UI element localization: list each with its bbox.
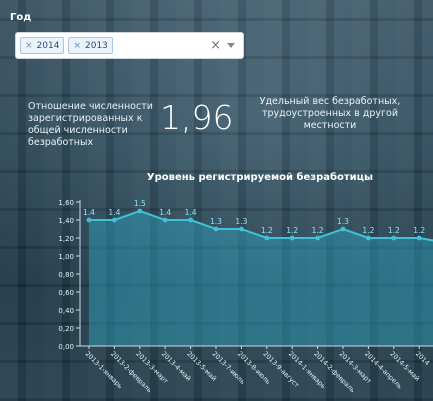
y-tick-label: 0,00: [58, 343, 74, 351]
data-label: 1.4: [159, 208, 171, 217]
data-point: [162, 217, 168, 223]
data-label: 1.2: [261, 226, 273, 235]
data-label: 1.2: [388, 226, 400, 235]
data-label: 1.3: [210, 217, 222, 226]
unemployment-chart: 0,00 0,20 0,40 0,60 0,80 1,00 1,20 1,40 1,60 1.4 1…: [58, 199, 433, 394]
y-tick-label: 1,60: [58, 199, 74, 207]
data-label: 1.2: [312, 226, 324, 235]
y-tick-label: 0,60: [58, 289, 74, 297]
data-point: [289, 235, 295, 241]
data-point: [112, 217, 117, 223]
data-label: 1.3: [235, 217, 247, 226]
data-label: 1.2: [362, 226, 374, 235]
data-label: 1.4: [83, 208, 95, 217]
data-point: [137, 208, 143, 214]
data-point: [213, 226, 219, 232]
y-tick-label: 1,40: [58, 217, 74, 225]
data-point: [264, 235, 270, 241]
data-label: 1.4: [108, 208, 120, 217]
y-tick-label: 0,40: [58, 307, 74, 315]
y-tick-label: 1,20: [58, 235, 74, 243]
y-tick-label: 0,80: [58, 271, 74, 279]
data-point: [188, 217, 194, 223]
data-point: [416, 235, 422, 241]
data-point: [340, 226, 346, 232]
data-point: [391, 235, 397, 241]
data-label: 1.2: [413, 226, 425, 235]
data-label: 1.4: [185, 208, 197, 217]
data-point: [366, 235, 371, 241]
y-tick-label: 0,20: [58, 325, 74, 333]
data-point: [315, 235, 320, 241]
data-point: [239, 226, 244, 232]
data-label: 1.2: [286, 226, 298, 235]
x-tick-label: 2014: [414, 350, 431, 367]
data-label: 1.3: [337, 217, 349, 226]
data-point: [86, 217, 92, 223]
y-tick-label: 1,00: [58, 253, 74, 261]
data-label: 1.5: [134, 199, 146, 208]
